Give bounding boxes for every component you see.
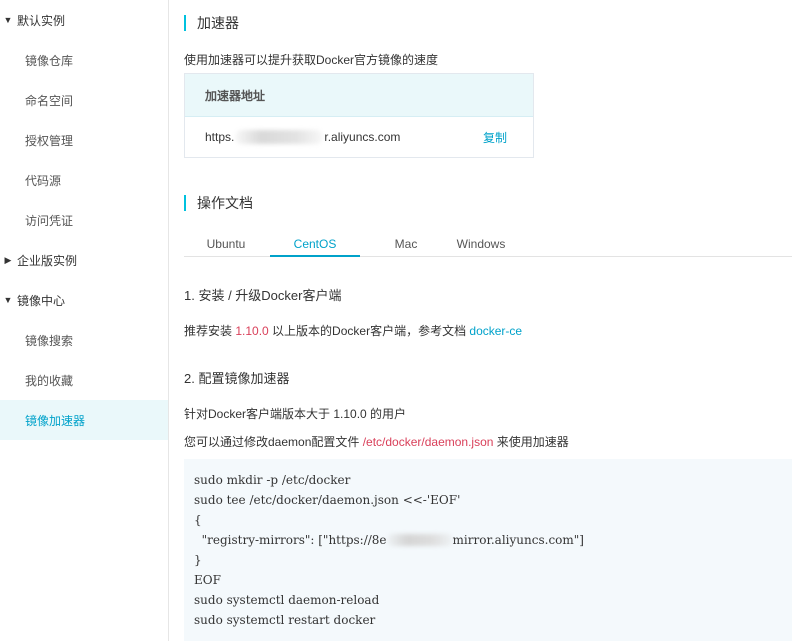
tab-ubuntu[interactable]: Ubuntu — [194, 234, 258, 257]
accelerator-table: 加速器地址 https. r.aliyuncs.com 复制 — [184, 73, 534, 158]
sidebar-item-namespaces[interactable]: 命名空间 — [0, 80, 168, 120]
code-line: } — [194, 553, 202, 567]
main-content: 加速器 使用加速器可以提升获取Docker官方镜像的速度 加速器地址 https… — [169, 0, 792, 641]
sidebar-item-code-source[interactable]: 代码源 — [0, 160, 168, 200]
version-highlight: 1.10.0 — [235, 324, 269, 338]
sidebar-item-repositories[interactable]: 镜像仓库 — [0, 40, 168, 80]
code-line: EOF — [194, 573, 221, 587]
step2-line1: 针对Docker客户端版本大于 1.10.0 的用户 — [184, 407, 407, 421]
step2-line2: 您可以通过修改daemon配置文件 /etc/docker/daemon.jso… — [184, 433, 569, 450]
step2-title: 2. 配置镜像加速器 — [184, 371, 290, 386]
caret-down-icon: ▼ — [3, 15, 13, 25]
accelerator-url: https. r.aliyuncs.com — [205, 130, 400, 144]
sidebar-group-label: 企业版实例 — [17, 253, 78, 268]
sidebar-item-access-credentials[interactable]: 访问凭证 — [0, 200, 168, 240]
sidebar-group-label: 镜像中心 — [17, 293, 66, 308]
accelerator-table-row: https. r.aliyuncs.com 复制 — [185, 117, 533, 157]
code-line: sudo systemctl restart docker — [194, 613, 376, 627]
os-tabs: Ubuntu CentOS Mac Windows — [184, 234, 792, 257]
code-line-before: "registry-mirrors": ["https://8e — [194, 533, 387, 547]
daemon-json-path: /etc/docker/daemon.json — [362, 435, 494, 449]
accelerator-section-title: 加速器 — [184, 15, 239, 31]
sidebar-item-image-search[interactable]: 镜像搜索 — [0, 320, 168, 360]
code-line: { — [194, 513, 202, 527]
caret-down-icon: ▼ — [3, 295, 13, 305]
tab-mac[interactable]: Mac — [380, 234, 432, 257]
copy-link[interactable]: 复制 — [483, 129, 507, 146]
code-block[interactable]: sudo mkdir -p /etc/docker sudo tee /etc/… — [184, 459, 792, 641]
caret-right-icon: ▶ — [4, 254, 12, 265]
step2-line2-before: 您可以通过修改daemon配置文件 — [184, 435, 363, 449]
sidebar-group-enterprise-instance[interactable]: ▶ 企业版实例 — [0, 240, 168, 280]
docker-ce-link[interactable]: docker-ce — [469, 324, 522, 338]
tab-centos[interactable]: CentOS — [270, 234, 360, 257]
redacted-blur — [386, 534, 453, 546]
accelerator-url-suffix: r.aliyuncs.com — [324, 130, 401, 144]
sidebar-group-default-instance[interactable]: ▼ 默认实例 — [0, 0, 168, 40]
step1-text-after: 以上版本的Docker客户端，参考文档 — [268, 324, 470, 338]
sidebar-group-image-center[interactable]: ▼ 镜像中心 — [0, 280, 168, 320]
tab-windows[interactable]: Windows — [446, 234, 516, 257]
sidebar-item-authorization[interactable]: 授权管理 — [0, 120, 168, 160]
step1-title: 1. 安装 / 升级Docker客户端 — [184, 288, 342, 303]
code-line: sudo systemctl daemon-reload — [194, 593, 380, 607]
accelerator-table-header: 加速器地址 — [185, 74, 533, 117]
step1-text-before: 推荐安装 — [184, 324, 236, 338]
accelerator-url-prefix: https. — [205, 130, 235, 144]
accelerator-description: 使用加速器可以提升获取Docker官方镜像的速度 — [184, 53, 439, 67]
sidebar-item-favorites[interactable]: 我的收藏 — [0, 360, 168, 400]
docs-section-title: 操作文档 — [184, 195, 253, 211]
redacted-blur — [235, 130, 324, 144]
sidebar-item-image-accelerator[interactable]: 镜像加速器 — [0, 400, 168, 440]
code-line: sudo mkdir -p /etc/docker — [194, 473, 351, 487]
step1-text: 推荐安装 1.10.0 以上版本的Docker客户端，参考文档 docker-c… — [184, 322, 522, 339]
sidebar: ▼ 默认实例 镜像仓库 命名空间 授权管理 代码源 访问凭证 ▶ 企业版实例 ▼… — [0, 0, 169, 641]
step2-line2-after: 来使用加速器 — [493, 435, 569, 449]
code-line-after: mirror.aliyuncs.com"] — [452, 533, 584, 547]
code-line: sudo tee /etc/docker/daemon.json <<-'EOF… — [194, 493, 461, 507]
sidebar-group-label: 默认实例 — [17, 13, 66, 28]
code-line: "registry-mirrors": ["https://8e mirror.a… — [194, 530, 782, 550]
